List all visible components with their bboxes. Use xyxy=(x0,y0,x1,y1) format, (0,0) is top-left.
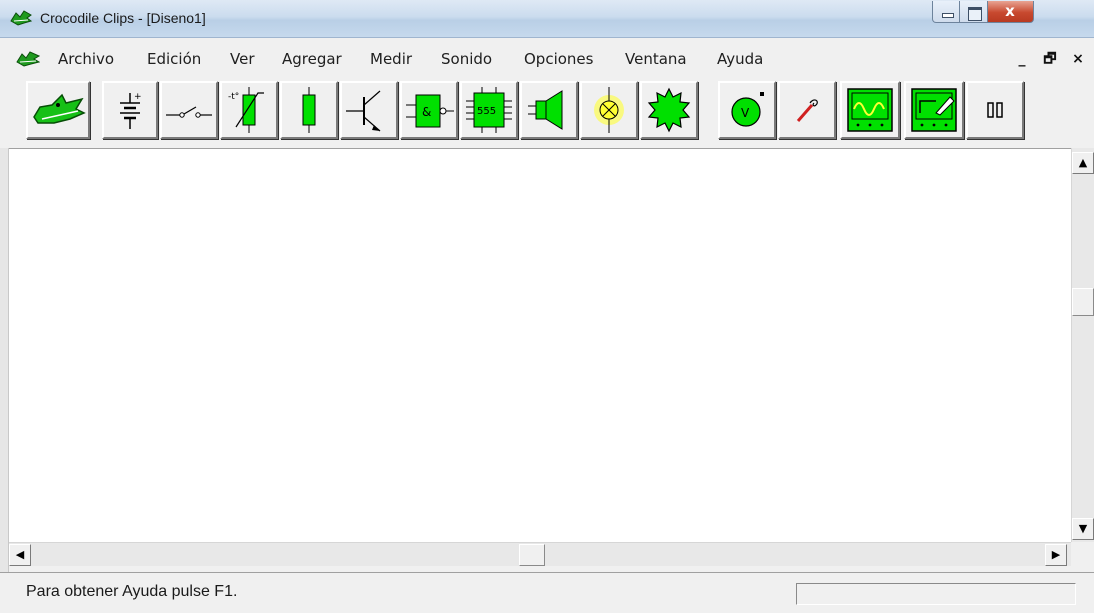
svg-text:+: + xyxy=(134,92,142,102)
logic-gate-icon: & xyxy=(406,94,454,128)
transistor-button[interactable] xyxy=(340,81,398,139)
vertical-scroll-thumb[interactable] xyxy=(1072,288,1094,316)
motor-icon xyxy=(647,87,691,133)
switch-button[interactable] xyxy=(160,81,218,139)
oscilloscope-button[interactable] xyxy=(840,81,900,139)
title-bar: Crocodile Clips - [Diseno1] x xyxy=(0,0,1094,38)
minimize-button[interactable] xyxy=(932,1,960,23)
horizontal-scroll-thumb[interactable] xyxy=(519,544,545,566)
graph-button[interactable] xyxy=(904,81,964,139)
status-text: Para obtener Ayuda pulse F1. xyxy=(26,583,238,600)
horizontal-scrollbar[interactable]: ◀ ▶ xyxy=(9,542,1071,566)
resistor-button[interactable] xyxy=(280,81,338,139)
logic-gate-label: & xyxy=(422,105,431,119)
crocodile-logo-icon xyxy=(33,93,86,124)
menu-agregar[interactable]: Agregar xyxy=(282,50,342,68)
window-title: Crocodile Clips - [Diseno1] xyxy=(40,10,206,26)
menu-edicion[interactable]: Edición xyxy=(147,50,201,68)
voltmeter-button[interactable]: V xyxy=(718,81,776,139)
arrow-left-icon: ◀ xyxy=(15,548,25,561)
logic-gate-button[interactable]: & xyxy=(400,81,458,139)
menu-ver[interactable]: Ver xyxy=(230,50,255,68)
menu-archivo[interactable]: Archivo xyxy=(58,50,114,68)
battery-button[interactable]: + xyxy=(102,81,158,139)
maximize-button[interactable] xyxy=(960,1,988,23)
battery-icon: + xyxy=(120,92,142,129)
menu-ventana[interactable]: Ventana xyxy=(625,50,687,68)
menu-ayuda[interactable]: Ayuda xyxy=(717,50,763,68)
crocodile-app-icon xyxy=(10,10,32,26)
mdi-restore-button[interactable]: 🗗 xyxy=(1040,50,1060,68)
scroll-right-button[interactable]: ▶ xyxy=(1045,544,1067,566)
window-left-border xyxy=(0,148,9,578)
pause-icon xyxy=(987,102,1003,118)
ic-555-icon: 555 xyxy=(466,87,512,133)
resistor-icon xyxy=(302,87,316,133)
ic-555-label: 555 xyxy=(477,106,496,117)
arrow-down-icon: ▼ xyxy=(1078,522,1088,535)
menu-bar: Archivo Edición Ver Agregar Medir Sonido… xyxy=(0,44,1094,74)
motor-button[interactable] xyxy=(640,81,698,139)
scroll-corner xyxy=(1071,542,1094,566)
voltmeter-label: V xyxy=(741,106,750,120)
arrow-right-icon: ▶ xyxy=(1051,548,1061,561)
scroll-up-button[interactable]: ▲ xyxy=(1072,152,1094,174)
status-bar: Para obtener Ayuda pulse F1. xyxy=(0,572,1094,613)
close-button[interactable]: x xyxy=(988,1,1034,23)
thermistor-icon: -t° xyxy=(228,87,264,133)
vertical-scrollbar[interactable]: ▲ ▼ xyxy=(1071,148,1094,542)
graph-icon xyxy=(911,88,957,132)
crocodile-document-icon[interactable] xyxy=(16,50,40,68)
scroll-left-button[interactable]: ◀ xyxy=(9,544,31,566)
probe-icon xyxy=(796,99,818,122)
speaker-icon xyxy=(528,90,563,130)
voltmeter-icon: V xyxy=(731,92,764,127)
component-toolbar: + -t° & 555 V xyxy=(0,74,1094,152)
mdi-close-button[interactable]: × xyxy=(1068,50,1088,68)
probe-button[interactable] xyxy=(778,81,836,139)
circuit-canvas[interactable] xyxy=(9,148,1071,542)
speaker-button[interactable] xyxy=(520,81,578,139)
arrow-up-icon: ▲ xyxy=(1078,156,1088,169)
scroll-down-button[interactable]: ▼ xyxy=(1072,518,1094,540)
lamp-icon xyxy=(594,87,624,133)
transistor-icon xyxy=(346,90,381,132)
mdi-minimize-button[interactable]: _ xyxy=(1012,50,1032,68)
menu-medir[interactable]: Medir xyxy=(370,50,412,68)
crocodile-logo-button[interactable] xyxy=(26,81,90,139)
oscilloscope-icon xyxy=(847,88,893,132)
switch-icon xyxy=(166,106,212,118)
thermistor-button[interactable]: -t° xyxy=(220,81,278,139)
close-icon: x xyxy=(1005,2,1015,20)
ic-555-button[interactable]: 555 xyxy=(460,81,518,139)
menu-sonido[interactable]: Sonido xyxy=(441,50,492,68)
lamp-button[interactable] xyxy=(580,81,638,139)
pause-button[interactable] xyxy=(966,81,1024,139)
menu-opciones[interactable]: Opciones xyxy=(524,50,593,68)
svg-text:-t°: -t° xyxy=(228,92,239,102)
status-pane xyxy=(796,583,1076,605)
